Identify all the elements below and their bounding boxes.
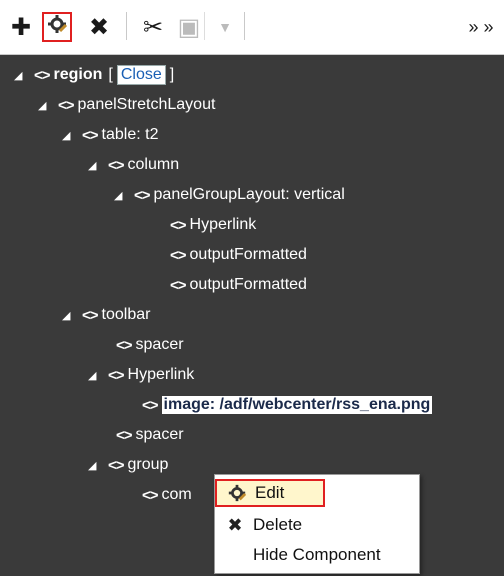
add-button[interactable]: ✚ bbox=[6, 12, 36, 42]
node-label: Hyperlink bbox=[189, 216, 257, 233]
node-label: toolbar bbox=[101, 306, 151, 323]
delete-button[interactable]: ✖ bbox=[84, 12, 114, 42]
node-label: spacer bbox=[135, 336, 184, 353]
component-tag-icon: <> bbox=[116, 426, 133, 444]
node-label: panelGroupLayout: vertical bbox=[153, 186, 345, 203]
component-tag-icon: <> bbox=[108, 156, 125, 174]
expand-toolbar-button[interactable]: » » bbox=[466, 12, 496, 42]
tree-node-region[interactable]: ◢ <> region [ Close ] bbox=[14, 60, 174, 90]
tree-node-spacer[interactable]: <> spacer bbox=[116, 330, 184, 360]
bracket-close: ] bbox=[169, 66, 175, 83]
edit-component-button[interactable] bbox=[42, 12, 72, 42]
collapse-triangle-icon[interactable]: ◢ bbox=[14, 69, 28, 82]
tree-node-outputformatted[interactable]: <> outputFormatted bbox=[170, 270, 307, 300]
tree-node-column[interactable]: ◢ <> column bbox=[88, 150, 179, 180]
collapse-triangle-icon[interactable]: ◢ bbox=[114, 189, 128, 202]
component-tag-icon: <> bbox=[34, 66, 51, 84]
component-tag-icon: <> bbox=[134, 186, 151, 204]
delete-label: Delete bbox=[253, 515, 303, 534]
component-tag-icon: <> bbox=[142, 486, 159, 504]
node-label: spacer bbox=[135, 426, 184, 443]
copy-button[interactable]: ▣ bbox=[174, 12, 204, 42]
component-tag-icon: <> bbox=[82, 126, 99, 144]
edit-label: Edit bbox=[255, 483, 285, 502]
component-tag-icon: <> bbox=[108, 366, 125, 384]
edit-component-icon bbox=[46, 13, 68, 42]
node-label: panelStretchLayout bbox=[77, 96, 216, 113]
tree-node-toolbar[interactable]: ◢ <> toolbar bbox=[62, 300, 150, 330]
component-tag-icon: <> bbox=[170, 216, 187, 234]
tree-node-hyperlink[interactable]: <> Hyperlink bbox=[170, 210, 256, 240]
collapse-triangle-icon[interactable]: ◢ bbox=[62, 129, 76, 142]
component-tag-icon: <> bbox=[170, 276, 187, 294]
tree-node-group[interactable]: ◢ <> group bbox=[88, 450, 168, 480]
collapse-triangle-icon[interactable]: ◢ bbox=[88, 459, 102, 472]
tree-node-com[interactable]: <> com bbox=[142, 480, 192, 510]
node-label-selected: image: /adf/webcenter/rss_ena.png bbox=[161, 396, 433, 414]
component-tag-icon: <> bbox=[58, 96, 75, 114]
close-link[interactable]: Close bbox=[116, 65, 166, 85]
delete-x-icon: ✖ bbox=[227, 514, 243, 535]
node-label: group bbox=[127, 456, 169, 473]
node-label: table: t2 bbox=[101, 126, 159, 143]
node-label: Hyperlink bbox=[127, 366, 195, 383]
cut-button[interactable]: ✂ bbox=[138, 12, 168, 42]
toolbar-divider bbox=[126, 12, 127, 40]
tree-node-hyperlink[interactable]: ◢ <> Hyperlink bbox=[88, 360, 194, 390]
copy-icon: ▣ bbox=[177, 13, 201, 41]
expand-more-icon: » » bbox=[468, 16, 494, 37]
tree-node-panelgrouplayout[interactable]: ◢ <> panelGroupLayout: vertical bbox=[114, 180, 345, 210]
context-menu: Edit ✖ Delete Hide Component bbox=[214, 474, 420, 574]
more-options-button[interactable]: ▼ bbox=[210, 12, 240, 42]
cut-icon: ✂ bbox=[142, 13, 164, 41]
tree-node-spacer[interactable]: <> spacer bbox=[116, 420, 184, 450]
collapse-triangle-icon[interactable]: ◢ bbox=[38, 99, 52, 112]
tree-node-table[interactable]: ◢ <> table: t2 bbox=[62, 120, 158, 150]
bracket-open: [ bbox=[108, 66, 113, 83]
component-tag-icon: <> bbox=[170, 246, 187, 264]
tree-node-outputformatted[interactable]: <> outputFormatted bbox=[170, 240, 307, 270]
edit-menu-item[interactable]: Edit bbox=[215, 479, 325, 507]
node-label: region bbox=[53, 66, 103, 83]
toolbar-divider bbox=[204, 12, 205, 40]
component-tag-icon: <> bbox=[108, 456, 125, 474]
node-label: outputFormatted bbox=[189, 246, 307, 263]
toolbar: ✚ ✖ ✂ ▣ ▼ » » bbox=[0, 0, 504, 55]
delete-menu-item[interactable]: ✖ Delete bbox=[215, 511, 419, 539]
collapse-triangle-icon[interactable]: ◢ bbox=[88, 159, 102, 172]
component-tag-icon: <> bbox=[142, 396, 159, 414]
tree-node-image[interactable]: <> image: /adf/webcenter/rss_ena.png bbox=[142, 390, 433, 420]
hide-component-label: Hide Component bbox=[253, 545, 381, 564]
collapse-triangle-icon[interactable]: ◢ bbox=[88, 369, 102, 382]
node-label: com bbox=[161, 486, 192, 503]
hide-component-menu-item[interactable]: Hide Component bbox=[215, 541, 419, 569]
plus-icon: ✚ bbox=[10, 13, 32, 41]
node-label: column bbox=[127, 156, 180, 173]
delete-x-icon: ✖ bbox=[88, 13, 110, 41]
node-label: outputFormatted bbox=[189, 276, 307, 293]
tree-node-panelstretchlayout[interactable]: ◢ <> panelStretchLayout bbox=[38, 90, 215, 120]
component-tag-icon: <> bbox=[82, 306, 99, 324]
toolbar-divider bbox=[244, 12, 245, 40]
collapse-triangle-icon[interactable]: ◢ bbox=[62, 309, 76, 322]
edit-component-icon bbox=[223, 483, 251, 503]
component-tag-icon: <> bbox=[116, 336, 133, 354]
dropdown-icon: ▼ bbox=[218, 19, 232, 35]
